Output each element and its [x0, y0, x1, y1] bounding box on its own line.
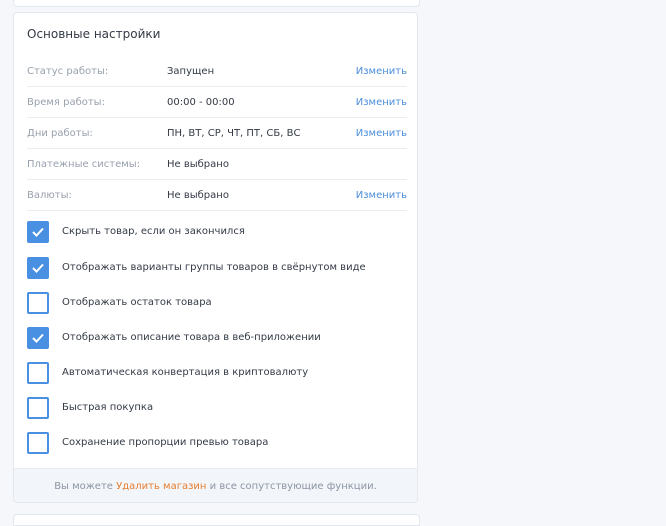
section-title: Основные настройки	[27, 27, 161, 41]
checkbox-checked[interactable]	[27, 327, 49, 349]
option-quick-buy[interactable]: Быстрая покупка	[27, 397, 407, 419]
option-preview-proportions[interactable]: Сохранение пропорции превью товара	[27, 432, 407, 454]
checkmark-icon	[32, 263, 44, 273]
work-days-change-link[interactable]: Изменить	[356, 128, 407, 139]
checkbox-checked[interactable]	[27, 221, 49, 243]
option-show-stock[interactable]: Отображать остаток товара	[27, 292, 407, 314]
status-change-link[interactable]: Изменить	[356, 66, 407, 77]
option-label: Отображать описание товара в веб-приложе…	[62, 332, 321, 343]
checkbox-unchecked[interactable]	[27, 362, 49, 384]
work-time-label: Время работы:	[27, 97, 105, 108]
status-row: Статус работы: Запущен Изменить	[27, 56, 407, 87]
option-crypto-conversion[interactable]: Автоматическая конвертация в криптовалют…	[27, 362, 407, 384]
option-show-description[interactable]: Отображать описание товара в веб-приложе…	[27, 327, 407, 349]
work-time-value: 00:00 - 00:00	[167, 97, 235, 108]
previous-card-edge	[13, 0, 420, 7]
next-card-edge	[13, 514, 420, 526]
currencies-value: Не выбрано	[167, 190, 229, 201]
option-label: Отображать варианты группы товаров в свё…	[62, 262, 366, 273]
option-label: Отображать остаток товара	[62, 297, 212, 308]
footer-prefix: Вы можете	[54, 481, 113, 492]
work-days-value: ПН, ВТ, СР, ЧТ, ПТ, СБ, ВС	[167, 128, 301, 139]
delete-shop-link[interactable]: Удалить магазин	[116, 481, 206, 492]
option-hide-out-of-stock[interactable]: Скрыть товар, если он закончился	[27, 221, 407, 243]
option-label: Сохранение пропорции превью товара	[62, 437, 269, 448]
work-days-label: Дни работы:	[27, 128, 93, 139]
status-label: Статус работы:	[27, 66, 109, 77]
currencies-change-link[interactable]: Изменить	[356, 190, 407, 201]
work-days-row: Дни работы: ПН, ВТ, СР, ЧТ, ПТ, СБ, ВС И…	[27, 118, 407, 149]
footer-suffix: и все сопутствующие функции.	[209, 481, 377, 492]
checkbox-unchecked[interactable]	[27, 432, 49, 454]
payment-systems-value: Не выбрано	[167, 159, 229, 170]
checkmark-icon	[32, 333, 44, 343]
main-settings-card: Основные настройки Статус работы: Запуще…	[13, 12, 418, 503]
status-value: Запущен	[167, 66, 215, 77]
checkbox-unchecked[interactable]	[27, 397, 49, 419]
option-label: Скрыть товар, если он закончился	[62, 226, 245, 237]
work-time-change-link[interactable]: Изменить	[356, 97, 407, 108]
currencies-label: Валюты:	[27, 190, 72, 201]
checkbox-checked[interactable]	[27, 257, 49, 279]
checkmark-icon	[32, 227, 44, 237]
delete-shop-footer: Вы можете Удалить магазин и все сопутств…	[14, 468, 417, 502]
option-label: Автоматическая конвертация в криптовалют…	[62, 367, 309, 378]
currencies-row: Валюты: Не выбрано Изменить	[27, 180, 407, 211]
payment-systems-label: Платежные системы:	[27, 159, 141, 170]
option-collapsed-variants[interactable]: Отображать варианты группы товаров в свё…	[27, 257, 407, 279]
payment-systems-row: Платежные системы: Не выбрано	[27, 149, 407, 180]
option-label: Быстрая покупка	[62, 402, 154, 413]
checkbox-unchecked[interactable]	[27, 292, 49, 314]
work-time-row: Время работы: 00:00 - 00:00 Изменить	[27, 87, 407, 118]
